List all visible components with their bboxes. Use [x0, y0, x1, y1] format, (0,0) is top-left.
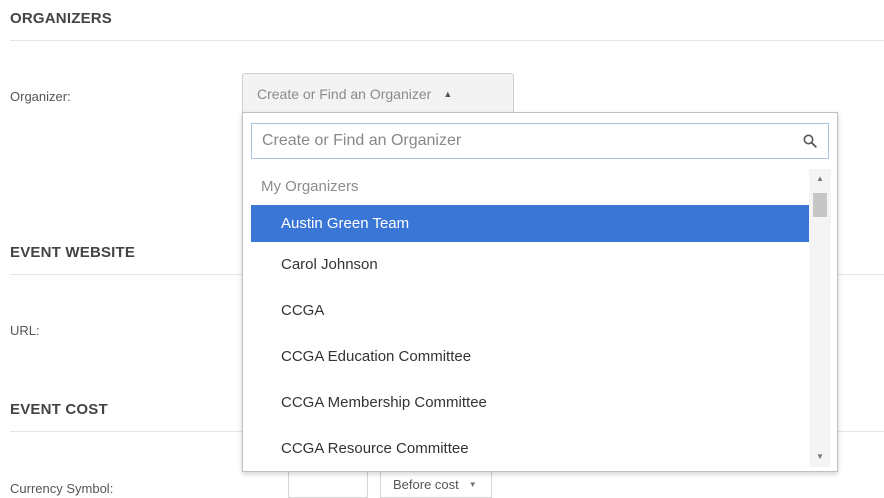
organizer-dropdown: My Organizers Austin Green Team Carol Jo…	[242, 112, 838, 472]
organizer-search-box[interactable]	[251, 123, 829, 159]
event-form-page: ORGANIZERS Organizer: Create or Find an …	[0, 0, 884, 498]
organizer-option[interactable]: CCGA Education Committee	[243, 334, 809, 380]
organizer-option[interactable]: Carol Johnson	[243, 242, 809, 288]
scrollbar-thumb[interactable]	[813, 193, 827, 217]
section-title-organizers: ORGANIZERS	[10, 10, 113, 27]
organizer-option[interactable]: Austin Green Team	[251, 205, 809, 242]
url-label: URL:	[10, 323, 40, 338]
organizer-option[interactable]: CCGA Resource Committee	[243, 426, 809, 471]
section-title-event-cost: EVENT COST	[10, 401, 108, 418]
currency-position-select[interactable]: Before cost ▼	[380, 472, 492, 498]
section-divider	[10, 40, 884, 41]
search-icon[interactable]	[802, 133, 818, 149]
organizer-list: My Organizers Austin Green Team Carol Jo…	[243, 169, 809, 471]
organizer-label: Organizer:	[10, 89, 71, 104]
currency-symbol-label: Currency Symbol:	[10, 481, 114, 496]
section-title-event-website: EVENT WEBSITE	[10, 244, 136, 261]
currency-position-value: Before cost	[393, 477, 459, 492]
organizer-option[interactable]: CCGA	[243, 288, 809, 334]
organizer-select[interactable]: Create or Find an Organizer ▲	[242, 73, 514, 113]
group-label-my-organizers: My Organizers	[261, 178, 359, 195]
caret-down-icon: ▼	[468, 480, 477, 489]
currency-symbol-input[interactable]	[288, 472, 368, 498]
caret-up-icon: ▲	[443, 88, 453, 99]
scroll-up-icon[interactable]: ▲	[809, 171, 831, 187]
dropdown-scrollbar[interactable]: ▲ ▼	[809, 169, 831, 467]
scroll-down-icon[interactable]: ▼	[809, 449, 831, 465]
organizer-search-input[interactable]	[262, 132, 802, 150]
organizer-select-value: Create or Find an Organizer	[257, 85, 432, 102]
organizer-option[interactable]: CCGA Membership Committee	[243, 380, 809, 426]
